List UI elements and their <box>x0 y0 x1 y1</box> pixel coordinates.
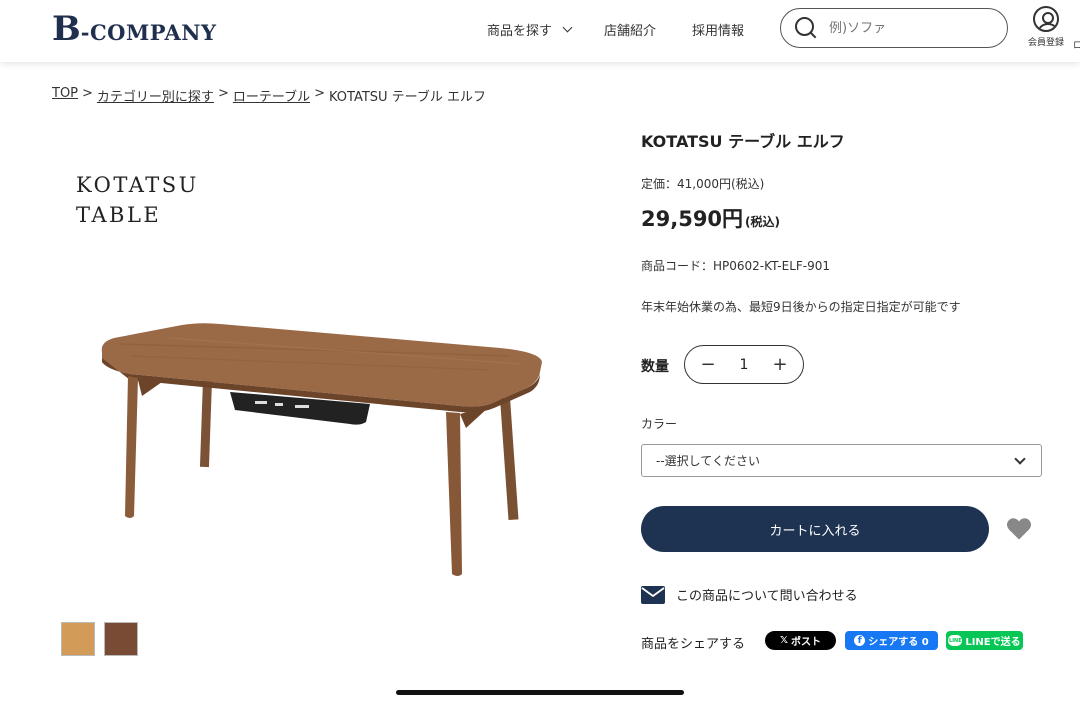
chevron-down-icon <box>562 22 573 32</box>
heart-icon[interactable] <box>1005 515 1033 543</box>
quantity-stepper: − 1 + <box>684 345 804 384</box>
breadcrumb-separator: > <box>82 86 93 101</box>
color-select[interactable]: --選択してください <box>641 444 1042 477</box>
image-title: KOTATSU TABLE <box>76 170 199 230</box>
share-facebook-label: シェアする 0 <box>868 637 929 648</box>
delivery-notice: 年末年始休業の為、最短9日後からの指定日指定が可能です <box>641 300 961 314</box>
sale-price: 29,590円 (税込) <box>641 203 780 233</box>
add-to-cart-button[interactable]: カートに入れる <box>641 506 989 552</box>
home-indicator[interactable] <box>396 690 684 695</box>
image-title-line2: TABLE <box>76 203 162 227</box>
tax-note: (税込) <box>745 215 781 229</box>
nav-find-products[interactable]: 商品を探す <box>487 19 573 39</box>
site-header: B -COMPANY 商品を探す 店舗紹介 採用情報 会員登録 ロ <box>0 0 1080 62</box>
logo-letter: B <box>52 9 81 49</box>
breadcrumb-separator: > <box>314 86 325 101</box>
product-image[interactable] <box>90 300 560 590</box>
site-logo[interactable]: B -COMPANY <box>52 12 216 46</box>
sale-price-value: 29,590円 <box>641 207 744 231</box>
contact-link-label: この商品について問い合わせる <box>676 589 858 604</box>
facebook-icon: f <box>854 635 866 646</box>
quantity-increase-button[interactable]: + <box>771 354 789 375</box>
product-code: 商品コード：HP0602-KT-ELF-901 <box>641 259 831 273</box>
search-input[interactable] <box>829 20 989 36</box>
color-swatch-natural[interactable] <box>61 622 95 656</box>
list-price: 定価：41,000円(税込) <box>641 177 765 191</box>
share-label: 商品をシェアする <box>641 637 746 652</box>
color-select-value: --選択してください <box>656 454 760 468</box>
clipped-nav-label[interactable]: ロ <box>1073 38 1080 51</box>
quantity-value[interactable]: 1 <box>740 357 749 373</box>
share-x-button[interactable]: 𝕏 ポスト <box>765 631 836 650</box>
mail-icon <box>641 585 665 604</box>
chevron-down-icon <box>1014 453 1026 465</box>
search-box <box>780 8 1008 48</box>
user-icon <box>1033 6 1059 32</box>
nav-find-products-label: 商品を探す <box>487 23 553 39</box>
logo-text: -COMPANY <box>80 20 217 45</box>
share-line-label: LINEで送る <box>965 637 1021 648</box>
breadcrumb-low-table[interactable]: ローテーブル <box>233 86 310 105</box>
share-facebook-button[interactable]: f シェアする 0 <box>845 631 938 650</box>
color-label: カラー <box>641 417 678 431</box>
nav-recruit[interactable]: 採用情報 <box>692 19 744 39</box>
breadcrumb: TOP > カテゴリー別に探す > ローテーブル > KOTATSU テーブル … <box>52 86 486 105</box>
quantity-label: 数量 <box>641 359 669 375</box>
contact-link[interactable]: この商品について問い合わせる <box>641 585 858 604</box>
nav-stores[interactable]: 店舗紹介 <box>604 19 656 39</box>
member-register[interactable]: 会員登録 <box>1024 6 1068 48</box>
quantity-decrease-button[interactable]: − <box>699 354 717 375</box>
color-swatch-brown[interactable] <box>104 622 138 656</box>
image-title-line1: KOTATSU <box>76 173 199 197</box>
product-name: KOTATSU テーブル エルフ <box>641 132 845 151</box>
breadcrumb-category[interactable]: カテゴリー別に探す <box>97 86 214 105</box>
search-icon[interactable] <box>795 17 817 39</box>
breadcrumb-separator: > <box>217 86 229 101</box>
nav-stores-label: 店舗紹介 <box>604 23 657 39</box>
x-icon: 𝕏 <box>779 635 789 646</box>
line-icon: LINE <box>948 635 963 646</box>
nav-recruit-label: 採用情報 <box>692 23 745 39</box>
share-line-button[interactable]: LINE LINEで送る <box>946 631 1023 650</box>
share-x-label: ポスト <box>791 637 822 648</box>
member-register-label: 会員登録 <box>1027 38 1064 48</box>
breadcrumb-current: KOTATSU テーブル エルフ <box>328 90 487 105</box>
breadcrumb-top[interactable]: TOP <box>52 86 78 105</box>
